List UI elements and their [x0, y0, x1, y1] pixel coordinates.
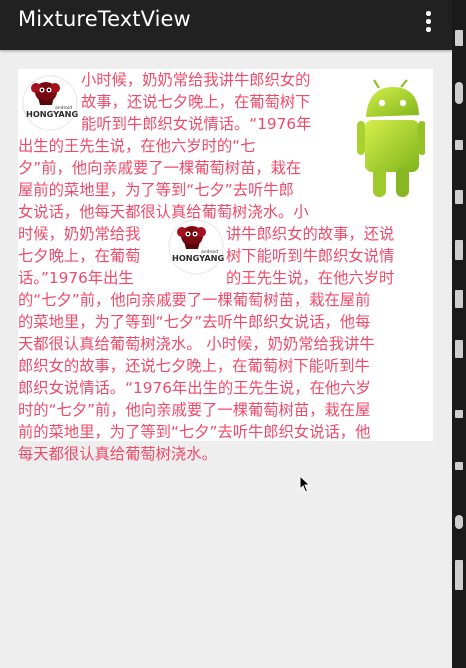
- text-line: 出生的王先生说，在他六岁时的“七: [18, 137, 256, 155]
- overflow-menu-icon[interactable]: [418, 6, 438, 40]
- android-robot-image: [357, 79, 425, 197]
- text-line: 郎织女的故事，还说七夕晚上，在葡萄树下能听到牛: [18, 357, 370, 375]
- svg-text:HONGYANG: HONGYANG: [26, 109, 78, 119]
- action-bar: MixtureTextView: [0, 0, 452, 50]
- text-line: 小时候，奶奶常给我讲牛郎织女的: [81, 71, 311, 89]
- text-line: 讲牛郎织女的故事，还说: [226, 225, 395, 243]
- text-line: 屋前的菜地里，为了等到“七夕”去听牛郎: [18, 181, 294, 199]
- text-line: 夕”前，他向亲戚要了一棵葡萄树苗，栽在: [18, 159, 302, 177]
- text-line: 时候，奶奶常给我: [18, 225, 141, 243]
- app-screen: MixtureTextView android HONGYANG android…: [0, 0, 452, 668]
- text-line: 时的“七夕”前，他向亲戚要了一棵葡萄树苗，栽在屋: [18, 401, 371, 419]
- system-side-bar: [452, 0, 466, 668]
- text-line: 女说话，他每天都很认真给葡萄树浇水。小: [18, 203, 309, 221]
- text-line: 能听到牛郎织女说情话。“1976年: [81, 115, 312, 133]
- text-line: 故事，还说七夕晚上，在葡萄树下: [81, 93, 311, 111]
- text-line: 郎织女说情话。“1976年出生的王先生说，在他六岁: [18, 379, 371, 397]
- text-line: 树下能听到牛郎织女说情: [226, 247, 395, 265]
- mixture-text-view: android HONGYANG android HONGYANG 小时候，奶奶…: [18, 69, 433, 463]
- mouse-cursor-icon: [299, 475, 311, 493]
- text-line: 七夕晚上，在葡萄: [18, 247, 141, 265]
- text-line: 话。”1976年出生: [18, 269, 134, 287]
- text-line: 的“七夕”前，他向亲戚要了一棵葡萄树苗，栽在屋前: [18, 291, 371, 309]
- hongyang-logo-image: android HONGYANG: [168, 219, 224, 275]
- text-line: 的菜地里，为了等到“七夕”去听牛郎织女说话，他每: [18, 313, 371, 331]
- text-line: 每天都很认真给葡萄树浇水。: [18, 445, 217, 463]
- text-line: 天都很认真给葡萄树浇水。 小时候，奶奶常给我讲牛: [18, 335, 375, 353]
- text-line: 前的菜地里，为了等到“七夕”去听牛郎织女说话，他: [18, 423, 371, 441]
- svg-text:HONGYANG: HONGYANG: [172, 253, 224, 263]
- text-line: 的王先生说，在他六岁时: [226, 269, 395, 287]
- app-title: MixtureTextView: [18, 7, 191, 31]
- hongyang-logo-image: android HONGYANG: [22, 75, 78, 131]
